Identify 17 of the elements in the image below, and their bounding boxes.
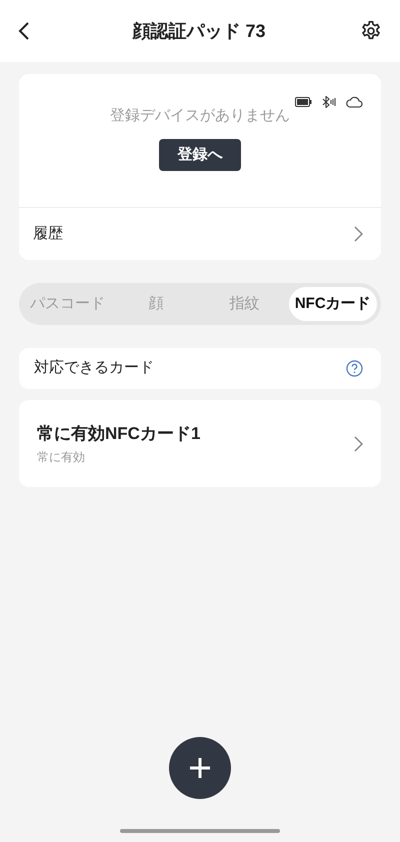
card-subtitle: 常に有効 <box>37 449 86 466</box>
chevron-right-icon <box>353 226 363 242</box>
supported-cards-label: 対応できるカード <box>34 358 154 378</box>
help-icon[interactable] <box>346 360 363 377</box>
settings-button[interactable] <box>360 20 382 42</box>
register-button[interactable]: 登録へ <box>159 139 241 171</box>
empty-message: 登録デバイスがありません <box>110 106 290 126</box>
tab[interactable]: NFCカード <box>288 287 377 321</box>
battery-icon <box>295 97 312 107</box>
page-title: 顔認証パッド 73 <box>132 20 266 42</box>
cloud-icon <box>346 96 363 108</box>
nfc-card-item[interactable]: 常に有効NFCカード1 常に有効 <box>19 400 381 487</box>
plus-icon <box>189 757 211 779</box>
card-title: 常に有効NFCカード1 <box>37 422 200 445</box>
chevron-right-icon <box>353 436 363 452</box>
history-row[interactable]: 履歴 <box>19 208 381 260</box>
bluetooth-icon <box>322 96 336 108</box>
